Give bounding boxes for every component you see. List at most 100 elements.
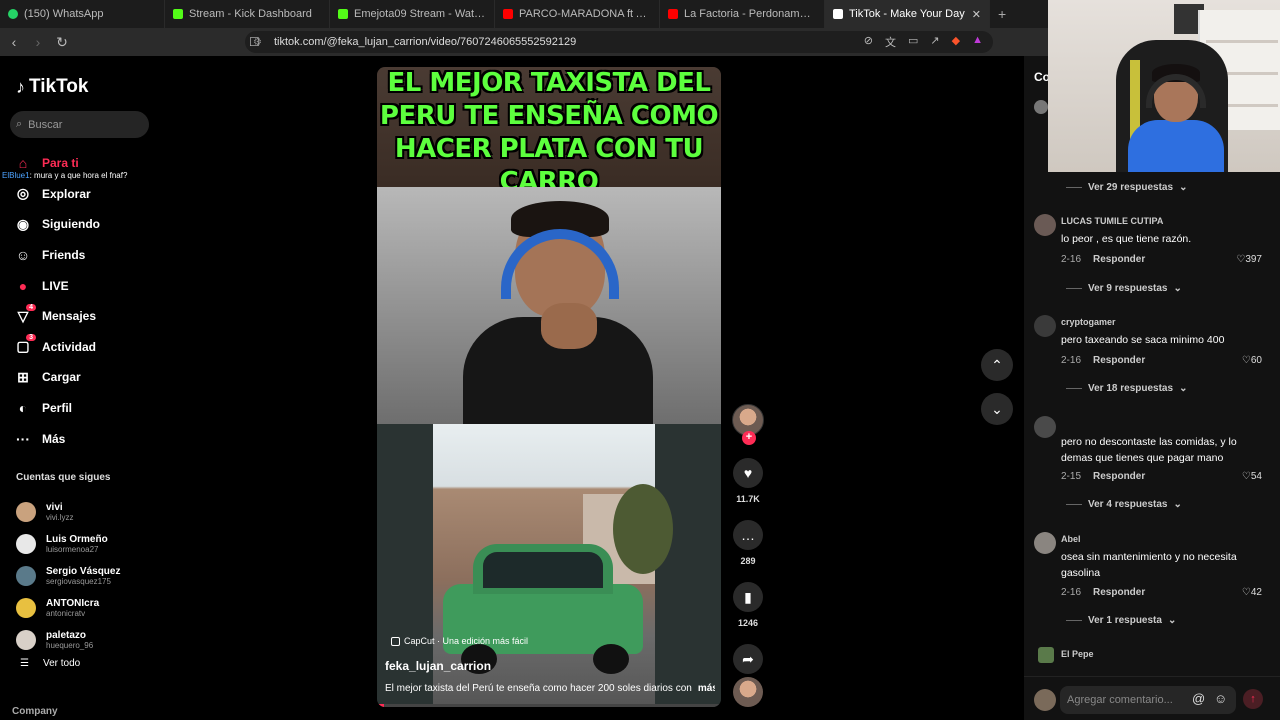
avatar[interactable] xyxy=(1034,416,1056,438)
avatar[interactable] xyxy=(1034,214,1056,236)
stream-chat-overlay: ElBlue1: mura y a que hora el fnaf? xyxy=(2,171,128,180)
nav-messages[interactable]: ▽ 4 Mensajes xyxy=(14,301,100,332)
comment-like-button[interactable]: ♡397 xyxy=(1236,254,1262,265)
following-item[interactable]: paletazo huequero_96 xyxy=(16,624,120,656)
upload-icon: ⊞ xyxy=(17,368,29,385)
nav-live[interactable]: ● LIVE xyxy=(14,270,100,301)
forward-icon[interactable]: › xyxy=(28,34,48,50)
url-field[interactable]: ⚙ tiktok.com/@feka_lujan_carrion/video/7… xyxy=(245,31,993,53)
following-item[interactable]: Luis Ormeño luisormenoa27 xyxy=(16,528,120,560)
translate-icon[interactable]: 文 xyxy=(885,34,896,50)
nav-more[interactable]: ··· Más xyxy=(14,423,100,454)
mention-icon[interactable]: @ xyxy=(1192,691,1205,706)
avatar xyxy=(16,630,36,650)
tab-youtube-2[interactable]: La Factoria - Perdoname ft. Eddy Lover xyxy=(660,0,825,28)
company-link[interactable]: Company xyxy=(12,706,58,717)
brave-shield-icon[interactable]: ◆ xyxy=(952,34,960,50)
music-avatar[interactable] xyxy=(733,677,763,707)
capcut-label[interactable]: CapCut · Una edición más fácil xyxy=(391,636,528,646)
new-tab-button[interactable]: + xyxy=(990,6,1014,22)
avatar xyxy=(16,534,36,554)
emoji-icon[interactable]: ☺ xyxy=(1214,691,1227,706)
share-icon[interactable]: ↗ xyxy=(930,34,939,50)
follow-plus-icon[interactable]: + xyxy=(742,431,756,445)
streamer xyxy=(1128,60,1224,172)
url-text: tiktok.com/@feka_lujan_carrion/video/760… xyxy=(273,36,577,48)
kick-icon xyxy=(173,9,183,19)
nav-profile[interactable]: ◐ Perfil xyxy=(14,393,100,424)
comment-button[interactable]: … xyxy=(733,520,763,550)
view-replies-button[interactable]: Ver 29 respuestas ⌄ xyxy=(1066,182,1187,193)
back-icon[interactable]: ‹ xyxy=(4,34,24,50)
view-replies-button[interactable]: Ver 4 respuestas ⌄ xyxy=(1066,499,1182,510)
friends-icon: ☺ xyxy=(15,247,31,264)
avatar xyxy=(1034,100,1048,114)
reply-button[interactable]: Responder xyxy=(1093,254,1145,265)
sidebar: ♪ TikTok ⌕ Buscar ⌂ Para ti ◎ Explorar ◉ Sigu… xyxy=(0,56,165,720)
tab-tiktok[interactable]: TikTok - Make Your Day ✕ xyxy=(825,0,990,28)
view-replies-button[interactable]: Ver 1 respuesta ⌄ xyxy=(1066,615,1176,626)
video-person xyxy=(463,201,653,427)
more-link[interactable]: más xyxy=(698,683,715,694)
nav-upload[interactable]: ⊞ Cargar xyxy=(14,362,100,393)
video-player[interactable]: EL MEJOR TAXISTA DEL PERU TE ENSEÑA COMO… xyxy=(377,67,721,707)
main-nav: ⌂ Para ti ◎ Explorar ◉ Siguiendo ☺ Friends ●… xyxy=(14,148,100,454)
avatar xyxy=(16,598,36,618)
tab-kick-dashboard[interactable]: Stream - Kick Dashboard xyxy=(165,0,330,28)
brave-rewards-icon[interactable]: ▲ xyxy=(972,34,983,50)
nav-explore[interactable]: ◎ Explorar xyxy=(14,179,100,210)
nav-following[interactable]: ◉ Siguiendo xyxy=(14,209,100,240)
close-tab-icon[interactable]: ✕ xyxy=(972,8,981,21)
reply-button[interactable]: Responder xyxy=(1093,587,1145,598)
share-button[interactable]: ➦ xyxy=(733,644,763,674)
view-replies-button[interactable]: Ver 18 respuestas ⌄ xyxy=(1066,383,1187,394)
avatar[interactable] xyxy=(1038,647,1054,663)
cast-icon[interactable]: ▭ xyxy=(908,34,918,50)
see-all-button[interactable]: ☰ Ver todo xyxy=(16,658,120,669)
comment-like-button[interactable]: ♡42 xyxy=(1242,587,1262,598)
comment-like-button[interactable]: ♡54 xyxy=(1242,471,1262,482)
avatar[interactable] xyxy=(1034,532,1056,554)
following-header: Cuentas que sigues xyxy=(16,472,111,483)
following-item[interactable]: ANTONIcra antonicratv xyxy=(16,592,120,624)
save-button[interactable]: ▮ xyxy=(733,582,763,612)
video-author[interactable]: feka_lujan_carrion xyxy=(385,659,491,673)
reply-button[interactable]: Responder xyxy=(1093,471,1145,482)
address-bar-row: ‹ › ↻ ⚙ tiktok.com/@feka_lujan_carrion/v… xyxy=(0,28,1048,56)
chevron-up-icon: ⌃ xyxy=(991,356,1003,373)
bookmark-icon[interactable]: ☐ xyxy=(249,35,260,49)
bookmark-icon: ▮ xyxy=(744,588,752,605)
next-video-button[interactable]: ⌄ xyxy=(981,393,1013,425)
creator-avatar[interactable]: + xyxy=(732,404,764,445)
tab-kick-stream[interactable]: Emejota09 Stream - Watch Live on Kick xyxy=(330,0,495,28)
previous-video-button[interactable]: ⌃ xyxy=(981,349,1013,381)
tab-whatsapp[interactable]: (150) WhatsApp xyxy=(0,0,165,28)
comment-input-bar: Agregar comentario... @ ☺ ↑ xyxy=(1024,676,1280,720)
chevron-down-icon: ⌄ xyxy=(1173,499,1182,510)
following-item[interactable]: Sergio Vásquez sergiovasquez175 xyxy=(16,560,120,592)
video-title-overlay: EL MEJOR TAXISTA DEL PERU TE ENSEÑA COMO… xyxy=(379,68,719,197)
chevron-down-icon: ⌄ xyxy=(1179,182,1188,193)
avatar xyxy=(16,566,36,586)
comment-input[interactable]: Agregar comentario... xyxy=(1060,686,1236,714)
nav-activity[interactable]: ▢ 3 Actividad xyxy=(14,332,100,363)
comment-like-button[interactable]: ♡60 xyxy=(1242,355,1262,366)
list-icon: ☰ xyxy=(20,658,29,669)
following-list: vivi vivi.lyzz Luis Ormeño luisormenoa27 S… xyxy=(16,496,120,669)
avatar[interactable] xyxy=(1034,315,1056,337)
nav-friends[interactable]: ☺ Friends xyxy=(14,240,100,271)
tiktok-logo[interactable]: ♪ TikTok xyxy=(16,76,88,98)
view-replies-button[interactable]: Ver 9 respuestas ⌄ xyxy=(1066,283,1182,294)
send-button[interactable]: ↑ xyxy=(1243,689,1263,709)
search-input[interactable]: ⌕ Buscar xyxy=(10,111,149,138)
reply-button[interactable]: Responder xyxy=(1093,355,1145,366)
action-bar: + ♥11.7K …289 ▮1246 ➦499 xyxy=(731,404,765,690)
following-item[interactable]: vivi vivi.lyzz xyxy=(16,496,120,528)
no-tracking-icon[interactable]: ⊘ xyxy=(864,34,873,50)
reload-icon[interactable]: ↻ xyxy=(52,34,72,51)
video-title-area: EL MEJOR TAXISTA DEL PERU TE ENSEÑA COMO… xyxy=(377,67,721,197)
tab-youtube-1[interactable]: PARCO-MARADONA ft ANTO GM - YouTube xyxy=(495,0,660,28)
chevron-down-icon: ⌄ xyxy=(1167,615,1177,626)
video-progress-bar[interactable] xyxy=(377,704,721,707)
like-button[interactable]: ♥ xyxy=(733,458,763,488)
